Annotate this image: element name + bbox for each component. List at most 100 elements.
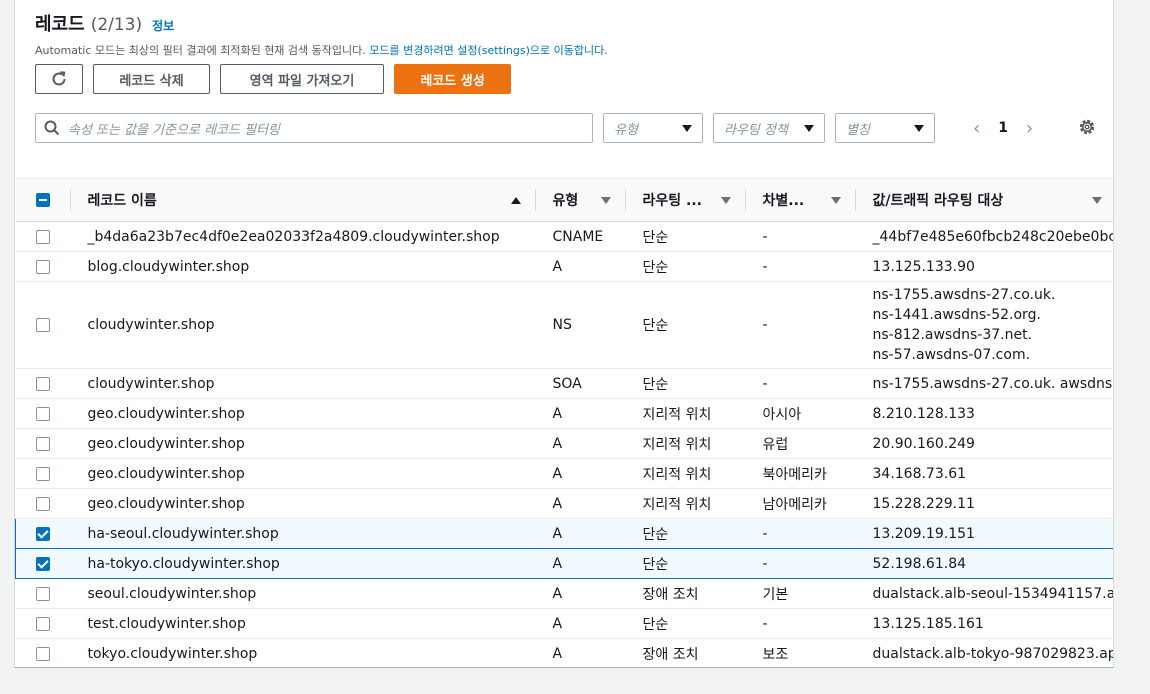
record-name-cell: test.cloudywinter.shop bbox=[69, 608, 535, 639]
record-value-line: 8.210.128.133 bbox=[872, 405, 975, 422]
search-icon bbox=[44, 120, 60, 136]
table-row[interactable]: geo.cloudywinter.shop A 지리적 위치 아시아 8.210.128… bbox=[15, 398, 1113, 429]
record-value-line: 52.198.61.84 bbox=[872, 555, 967, 572]
record-value-cell: 13.125.133.90 bbox=[854, 251, 1113, 282]
row-select-cell bbox=[15, 221, 70, 252]
sort-icon bbox=[1091, 196, 1102, 204]
column-label: 유형 bbox=[552, 193, 579, 209]
row-checkbox[interactable] bbox=[35, 229, 50, 244]
table-row[interactable]: _b4da6a23b7ec4df0e2ea02033f2a4809.cloudy… bbox=[15, 221, 1113, 252]
record-name-cell: geo.cloudywinter.shop bbox=[69, 398, 535, 429]
gear-icon[interactable] bbox=[1077, 117, 1097, 137]
refresh-icon bbox=[52, 71, 66, 86]
previous-page-icon[interactable]: ‹ bbox=[973, 118, 980, 139]
record-value-line: 13.125.133.90 bbox=[872, 258, 975, 275]
record-type-cell: A bbox=[534, 608, 625, 639]
select-all-checkbox[interactable] bbox=[35, 193, 50, 207]
sort-icon bbox=[600, 196, 611, 204]
table-row[interactable]: ha-tokyo.cloudywinter.shop A 단순 -52.198.61.… bbox=[15, 548, 1113, 579]
settings-link[interactable]: 모드를 변경하려면 설정(settings)으로 이동합니다. bbox=[369, 44, 607, 57]
row-checkbox[interactable] bbox=[35, 259, 50, 274]
routing-policy-cell: 지리적 위치 bbox=[624, 398, 745, 429]
row-checkbox[interactable] bbox=[35, 436, 50, 451]
filter-bar: 속성 또는 값을 기준으로 레코드 필터링 유형 라우팅 정책 별칭 ‹ 1 › bbox=[35, 113, 1097, 143]
row-checkbox[interactable] bbox=[35, 376, 50, 391]
type-filter-select[interactable]: 유형 bbox=[603, 113, 703, 143]
current-page[interactable]: 1 bbox=[998, 120, 1008, 136]
table-row[interactable]: seoul.cloudywinter.shop A 장애 조치 기본 dualstack… bbox=[15, 578, 1113, 609]
create-record-button[interactable]: 레코드 생성 bbox=[394, 64, 511, 94]
differentiator-cell: 남아메리카 bbox=[744, 488, 855, 519]
refresh-button[interactable] bbox=[35, 64, 83, 94]
row-checkbox[interactable] bbox=[35, 586, 50, 601]
caret-down-icon bbox=[914, 124, 924, 132]
row-checkbox[interactable] bbox=[35, 646, 50, 661]
differentiator-cell: - bbox=[744, 281, 855, 369]
row-select-cell bbox=[15, 368, 70, 399]
table-header-row: 레코드 이름 유형 라우팅 ... 차별... 값/트래픽 라우팅 대상 bbox=[15, 178, 1113, 222]
table-row[interactable]: geo.cloudywinter.shop A 지리적 위치 남아메리카 15.228.… bbox=[15, 488, 1113, 519]
table-row[interactable]: geo.cloudywinter.shop A 지리적 위치 북아메리카 34.168.… bbox=[15, 458, 1113, 489]
page-title: 레코드 bbox=[35, 14, 85, 35]
alias-filter-select[interactable]: 별칭 bbox=[835, 113, 935, 143]
table-row[interactable]: tokyo.cloudywinter.shop A 장애 조치 보조 dualstack… bbox=[15, 638, 1113, 667]
column-header-name[interactable]: 레코드 이름 bbox=[69, 178, 535, 222]
routing-policy-cell: 장애 조치 bbox=[624, 638, 745, 667]
differentiator-cell: 유럽 bbox=[744, 428, 855, 459]
table-row[interactable]: cloudywinter.shop SOA 단순 - ns-1755.awsdns-27… bbox=[15, 368, 1113, 399]
record-value-cell: 8.210.128.133 bbox=[854, 398, 1113, 429]
routing-policy-filter-select[interactable]: 라우팅 정책 bbox=[713, 113, 825, 143]
search-placeholder: 속성 또는 값을 기준으로 레코드 필터링 bbox=[68, 122, 281, 138]
row-checkbox[interactable] bbox=[35, 526, 50, 541]
next-page-icon[interactable]: › bbox=[1026, 118, 1033, 139]
differentiator-cell: - bbox=[744, 221, 855, 252]
import-zone-file-button[interactable]: 영역 파일 가져오기 bbox=[220, 64, 384, 94]
table-row[interactable]: cloudywinter.shop NS 단순 - ns-1755.awsdns-27.… bbox=[15, 281, 1113, 369]
routing-policy-cell: 단순 bbox=[624, 281, 745, 369]
row-checkbox[interactable] bbox=[35, 406, 50, 421]
record-value-cell: 15.228.229.11 bbox=[854, 488, 1113, 519]
row-select-cell bbox=[15, 281, 70, 369]
routing-policy-cell: 단순 bbox=[624, 518, 745, 549]
row-select-cell bbox=[15, 638, 70, 667]
column-header-differentiator[interactable]: 차별... bbox=[744, 178, 855, 222]
column-header-value[interactable]: 값/트래픽 라우팅 대상 bbox=[854, 178, 1113, 222]
record-name-cell: blog.cloudywinter.shop bbox=[69, 251, 535, 282]
row-checkbox[interactable] bbox=[35, 496, 50, 511]
type-filter-placeholder: 유형 bbox=[614, 122, 638, 138]
table-row[interactable]: ha-seoul.cloudywinter.shop A 단순 -13.209.19.… bbox=[15, 518, 1113, 549]
table-row[interactable]: test.cloudywinter.shop A 단순 -13.125.185.161 bbox=[15, 608, 1113, 639]
record-value-line: ns-1441.awsdns-52.org. bbox=[872, 307, 1041, 323]
row-select-cell bbox=[15, 578, 70, 609]
record-type-cell: A bbox=[534, 428, 625, 459]
routing-policy-cell: 지리적 위치 bbox=[624, 428, 745, 459]
record-value-line: 13.209.19.151 bbox=[872, 525, 975, 542]
row-checkbox[interactable] bbox=[35, 556, 50, 571]
record-type-cell: A bbox=[534, 488, 625, 519]
column-header-routing[interactable]: 라우팅 ... bbox=[624, 178, 745, 222]
record-filter-input[interactable]: 속성 또는 값을 기준으로 레코드 필터링 bbox=[35, 113, 593, 143]
selection-count: (2/13) bbox=[90, 15, 143, 35]
differentiator-cell: 보조 bbox=[744, 638, 855, 667]
record-value-cell: 52.198.61.84 bbox=[854, 548, 1113, 579]
caret-down-icon bbox=[804, 124, 814, 132]
row-select-cell bbox=[15, 488, 70, 519]
info-link[interactable]: 정보 bbox=[152, 17, 174, 34]
record-value-cell: 20.90.160.249 bbox=[854, 428, 1113, 459]
table-row[interactable]: blog.cloudywinter.shop A 단순 -13.125.133.90 bbox=[15, 251, 1113, 282]
column-header-type[interactable]: 유형 bbox=[534, 178, 625, 222]
pagination: ‹ 1 › bbox=[973, 113, 1033, 143]
records-header: 레코드 (2/13) 정보 Automatic 모드는 최상의 필터 결과에 최… bbox=[35, 10, 1093, 58]
table-row[interactable]: geo.cloudywinter.shop A 지리적 위치 유럽 20.90.160.… bbox=[15, 428, 1113, 459]
delete-record-button[interactable]: 레코드 삭제 bbox=[93, 64, 210, 94]
record-type-cell: NS bbox=[534, 281, 625, 369]
description-text: Automatic 모드는 최상의 필터 결과에 최적화된 현재 검색 동작입니… bbox=[35, 44, 370, 57]
row-checkbox[interactable] bbox=[35, 466, 50, 481]
record-type-cell: A bbox=[534, 458, 625, 489]
caret-down-icon bbox=[682, 124, 692, 132]
record-value-cell: ns-1755.awsdns-27.co.uk. ns-1441.awsdns-5… bbox=[854, 281, 1113, 369]
column-label: 차별... bbox=[762, 193, 805, 209]
record-value-cell: 13.125.185.161 bbox=[854, 608, 1113, 639]
row-checkbox[interactable] bbox=[35, 318, 50, 332]
row-checkbox[interactable] bbox=[35, 616, 50, 631]
